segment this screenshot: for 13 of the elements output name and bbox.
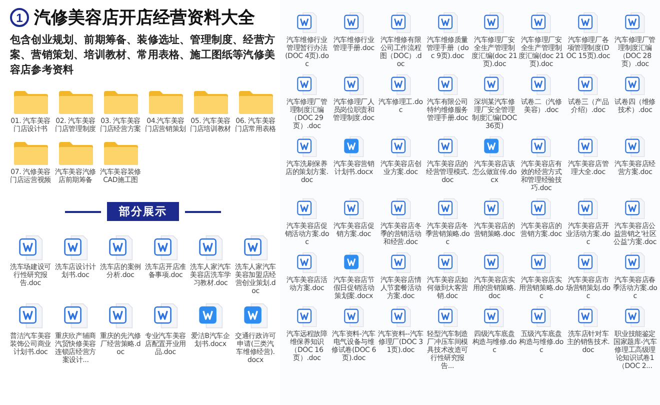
section-label: 部分展示 xyxy=(107,202,179,221)
folder-icon xyxy=(58,141,94,166)
folder-icon xyxy=(238,90,274,115)
number-badge: 1 xyxy=(10,8,29,27)
description: 包含创业规划、前期筹备、装修选址、管理制度、经营方案、营销策划、培训教材、常用表格、施工图纸等汽修美容店参考资料 xyxy=(10,33,276,78)
folder-icon xyxy=(58,90,94,115)
page-title: 汽修美容店开店经营资料大全 xyxy=(34,7,255,29)
folder-icon xyxy=(102,90,138,115)
folder-icon xyxy=(148,90,184,115)
folder-icon xyxy=(12,141,48,166)
folder-icon xyxy=(192,90,228,115)
folder-icon xyxy=(12,90,48,115)
folder-icon xyxy=(102,141,138,166)
